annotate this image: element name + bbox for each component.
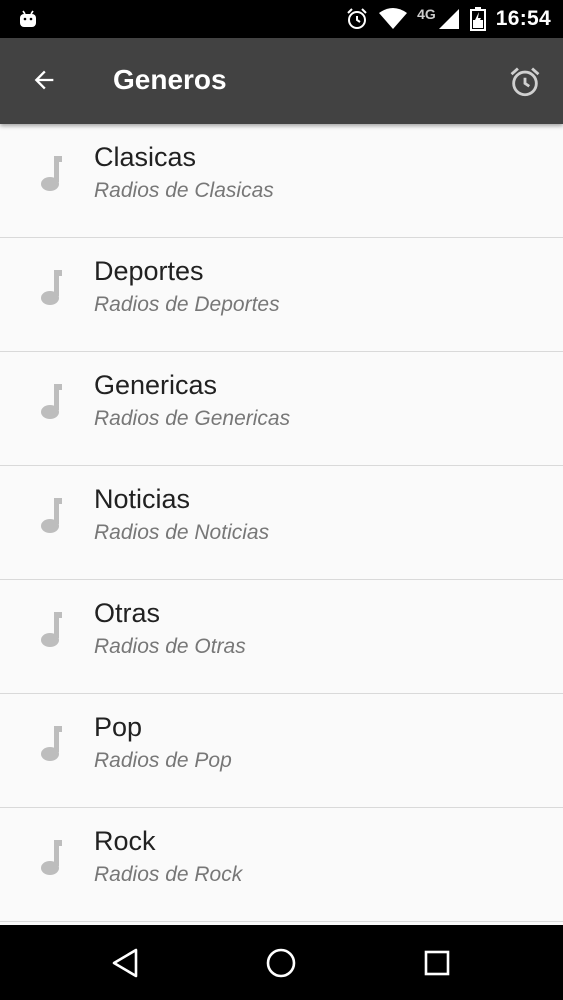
nav-recents-button[interactable] xyxy=(412,940,462,986)
list-item[interactable]: Noticias Radios de Noticias xyxy=(0,466,563,580)
network-type: 4G xyxy=(417,6,436,22)
android-icon xyxy=(20,10,36,27)
genre-subtitle: Radios de Genericas xyxy=(94,407,291,430)
alarm-icon xyxy=(347,8,367,29)
genre-name: Genericas xyxy=(94,370,218,400)
music-note-icon xyxy=(41,270,62,305)
arrow-left-icon xyxy=(34,70,54,90)
music-note-icon xyxy=(41,498,62,533)
genre-name: Rock xyxy=(94,826,156,856)
wifi-icon xyxy=(379,8,408,29)
music-note-icon xyxy=(41,384,62,419)
list-item[interactable]: Deportes Radios de Deportes xyxy=(0,238,563,352)
genre-name: Pop xyxy=(94,712,143,742)
alarm-button[interactable] xyxy=(505,62,545,102)
music-note-icon xyxy=(41,726,62,761)
list-item[interactable]: Pop Radios de Pop xyxy=(0,694,563,808)
genre-subtitle: Radios de Pop xyxy=(94,749,232,772)
home-circle-icon xyxy=(266,948,296,978)
genre-subtitle: Radios de Clasicas xyxy=(94,179,274,202)
music-note-icon xyxy=(41,612,62,647)
list-item[interactable]: Rock Radios de Rock xyxy=(0,808,563,922)
signal-icon xyxy=(438,9,459,29)
genre-list: Clasicas Radios de Clasicas Deportes Rad… xyxy=(0,124,563,925)
status-time: 16:54 xyxy=(495,7,551,30)
genre-subtitle: Radios de Deportes xyxy=(94,293,280,316)
navigation-bar xyxy=(0,925,563,1000)
genre-name: Deportes xyxy=(94,256,204,286)
genre-subtitle: Radios de Noticias xyxy=(94,521,270,544)
nav-home-button[interactable] xyxy=(256,940,306,986)
genre-name: Otras xyxy=(94,598,161,628)
battery-icon xyxy=(469,7,486,31)
list-item[interactable]: Clasicas Radios de Clasicas xyxy=(0,124,563,238)
page-title: Generos xyxy=(113,64,227,95)
app-bar: Generos xyxy=(0,38,563,124)
back-button[interactable] xyxy=(24,60,64,100)
genre-subtitle: Radios de Otras xyxy=(94,635,246,658)
list-item[interactable]: Genericas Radios de Genericas xyxy=(0,352,563,466)
recents-square-icon xyxy=(424,950,450,976)
genre-name: Noticias xyxy=(94,484,191,514)
music-note-icon xyxy=(41,156,62,191)
alarm-clock-icon xyxy=(510,67,540,97)
music-note-icon xyxy=(41,840,62,875)
list-item[interactable]: Otras Radios de Otras xyxy=(0,580,563,694)
back-triangle-icon xyxy=(112,948,138,978)
status-bar: 4G 16:54 xyxy=(0,0,563,38)
genre-name: Clasicas xyxy=(94,142,197,172)
genre-subtitle: Radios de Rock xyxy=(94,863,243,886)
nav-back-button[interactable] xyxy=(100,940,150,986)
